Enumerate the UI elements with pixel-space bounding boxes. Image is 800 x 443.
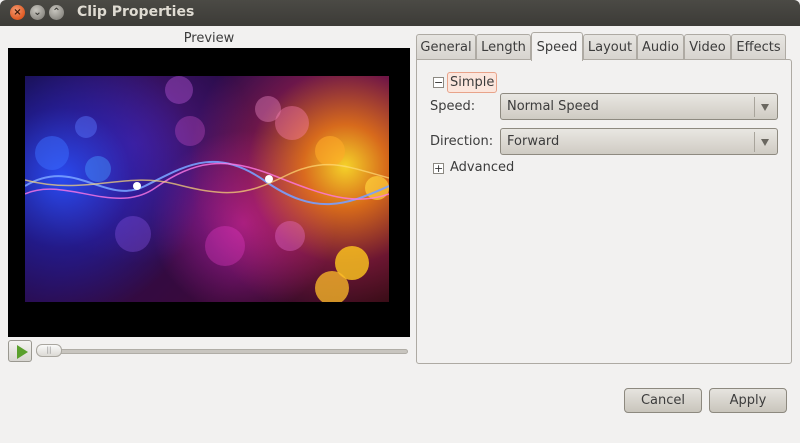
apply-button[interactable]: Apply bbox=[709, 388, 787, 413]
direction-value: Forward bbox=[507, 134, 560, 149]
video-frame bbox=[25, 76, 389, 302]
video-preview bbox=[8, 48, 410, 337]
chevron-down-icon bbox=[761, 139, 769, 146]
simple-expander[interactable]: Simple bbox=[447, 72, 498, 93]
tab-length[interactable]: Length bbox=[476, 34, 531, 60]
seek-slider-handle[interactable]: || bbox=[36, 344, 62, 357]
dropdown-separator bbox=[754, 132, 755, 152]
tab-general[interactable]: General bbox=[416, 34, 476, 60]
seek-track[interactable] bbox=[36, 349, 408, 354]
advanced-expander[interactable]: Advanced bbox=[450, 160, 514, 175]
expand-icon[interactable]: + bbox=[433, 163, 444, 174]
play-button[interactable] bbox=[8, 340, 32, 362]
dropdown-separator bbox=[754, 97, 755, 117]
chevron-down-icon bbox=[761, 104, 769, 111]
close-icon[interactable]: × bbox=[10, 5, 25, 20]
direction-label: Direction: bbox=[430, 134, 494, 149]
tab-audio[interactable]: Audio bbox=[637, 34, 684, 60]
tab-speed[interactable]: Speed bbox=[531, 32, 583, 61]
preview-label: Preview bbox=[183, 31, 235, 46]
speed-label: Speed: bbox=[430, 99, 476, 114]
cancel-button[interactable]: Cancel bbox=[624, 388, 702, 413]
play-icon bbox=[17, 345, 28, 359]
tab-layout[interactable]: Layout bbox=[583, 34, 637, 60]
title-bar: × ⌄ ⌃ Clip Properties bbox=[0, 0, 800, 26]
minimize-icon[interactable]: ⌄ bbox=[30, 5, 45, 20]
window-title: Clip Properties bbox=[77, 4, 195, 20]
collapse-icon[interactable]: − bbox=[433, 77, 444, 88]
tab-video[interactable]: Video bbox=[684, 34, 731, 60]
tab-effects[interactable]: Effects bbox=[731, 34, 786, 60]
speed-value: Normal Speed bbox=[507, 99, 599, 114]
speed-dropdown[interactable]: Normal Speed bbox=[500, 93, 778, 120]
direction-dropdown[interactable]: Forward bbox=[500, 128, 778, 155]
playback-bar: || bbox=[8, 340, 410, 362]
maximize-icon[interactable]: ⌃ bbox=[49, 5, 64, 20]
